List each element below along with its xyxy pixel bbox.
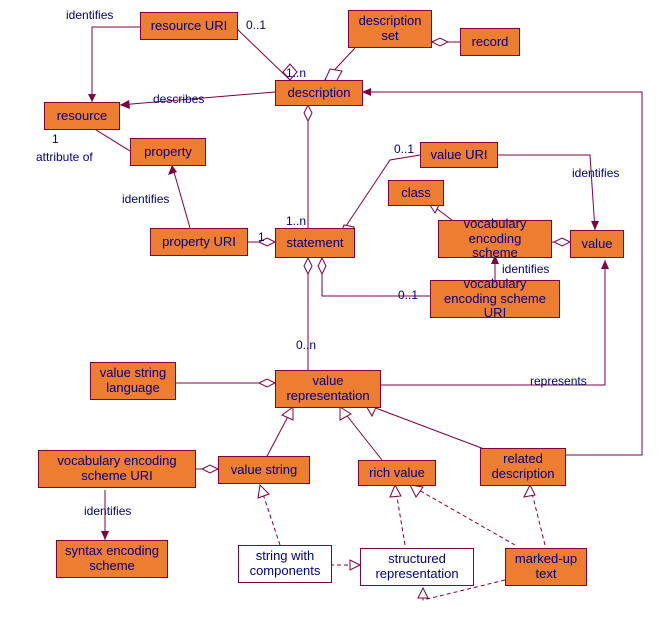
- edge-label-attributeof: attribute of: [36, 150, 93, 164]
- node-label: property: [144, 145, 192, 160]
- node-record: record: [460, 28, 520, 56]
- edge-mult-1n: 1..n: [286, 66, 306, 80]
- node-related-description: related description: [480, 448, 566, 486]
- edge-mult: 0..1: [246, 18, 266, 32]
- node-label: value representation: [282, 374, 374, 404]
- edge-mult-one: 1: [52, 132, 59, 146]
- node-label: record: [472, 35, 509, 50]
- node-property: property: [130, 138, 206, 166]
- node-resource-uri: resource URI: [140, 12, 238, 40]
- node-label: description set: [355, 14, 425, 44]
- node-description-set: description set: [348, 10, 432, 48]
- node-resource: resource: [44, 102, 120, 130]
- node-string-with-components: string with components: [238, 545, 332, 583]
- node-value-string-language: value string language: [90, 362, 176, 400]
- node-description: description: [275, 80, 363, 106]
- node-label: statement: [286, 236, 343, 251]
- edge-mult-1-prop: 1: [258, 230, 265, 244]
- node-label: syntax encoding scheme: [63, 544, 161, 574]
- node-vocab-enc-scheme-uri: vocabulary encoding scheme URI: [430, 280, 560, 318]
- node-label: value URI: [430, 148, 487, 163]
- node-label: resource URI: [151, 19, 228, 34]
- node-value-representation: value representation: [275, 370, 381, 408]
- node-label: description: [288, 86, 351, 101]
- node-label: value string language: [97, 366, 169, 396]
- edge-mult-01-ves: 0..1: [398, 288, 418, 302]
- node-label: resource: [57, 109, 108, 124]
- node-class: class: [388, 180, 444, 206]
- edge-label-identifies4: identifies: [502, 262, 549, 276]
- node-value-string: value string: [218, 456, 310, 484]
- node-label: vocabulary encoding scheme URI: [45, 454, 189, 484]
- node-label: marked-up text: [512, 552, 580, 582]
- node-label: value string: [231, 463, 297, 478]
- edge-label-represents: represents: [530, 374, 587, 388]
- edge-mult-1n-stmt: 1..n: [286, 214, 306, 228]
- edge-label-describes: describes: [153, 92, 204, 106]
- node-label: vocabulary encoding scheme: [445, 217, 545, 262]
- node-label: value: [581, 237, 612, 252]
- node-marked-up-text: marked-up text: [505, 548, 587, 586]
- edge-mult-0n: 0..n: [296, 338, 316, 352]
- node-label: property URI: [162, 235, 236, 250]
- edge-label-identifies3: identifies: [572, 166, 619, 180]
- edge-mult-01-vuri: 0..1: [394, 142, 414, 156]
- node-structured-representation: structured representation: [360, 548, 474, 586]
- node-syntax-encoding-scheme: syntax encoding scheme: [56, 540, 168, 578]
- node-rich-value: rich value: [358, 460, 436, 486]
- node-vocab-enc-scheme: vocabulary encoding scheme: [438, 220, 552, 258]
- node-label: related description: [487, 452, 559, 482]
- node-label: vocabulary encoding scheme URI: [437, 277, 553, 322]
- edge-label-identifies5: identifies: [84, 504, 131, 518]
- node-value-uri: value URI: [420, 142, 498, 168]
- node-property-uri: property URI: [150, 228, 248, 256]
- node-label: string with components: [245, 549, 325, 579]
- node-label: class: [401, 186, 431, 201]
- node-label: rich value: [369, 466, 425, 481]
- edge-label-identifies: identifies: [66, 8, 113, 22]
- edge-label-identifies2: identifies: [122, 192, 169, 206]
- uml-diagram: resource URI description set record reso…: [0, 0, 671, 640]
- node-value: value: [570, 230, 624, 258]
- node-label: structured representation: [367, 552, 467, 582]
- node-statement: statement: [275, 228, 355, 258]
- node-vocab-enc-scheme-uri-2: vocabulary encoding scheme URI: [38, 450, 196, 488]
